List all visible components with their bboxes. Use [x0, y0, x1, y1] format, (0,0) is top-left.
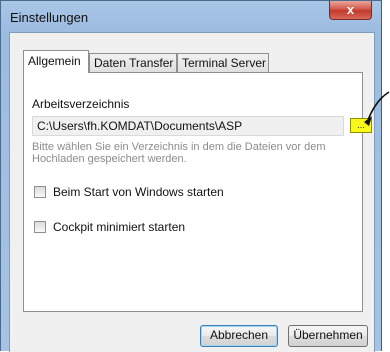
workdir-field[interactable]: C:\Users\fh.KOMDAT\Documents\ASP [32, 116, 344, 136]
close-button[interactable]: x [329, 1, 372, 20]
apply-button[interactable]: Übernehmen [288, 325, 368, 347]
window-title: Einstellungen [10, 10, 89, 25]
minimized-checkbox[interactable] [34, 221, 46, 233]
dialog-client-area: Allgemein Daten Transfer Terminal Server… [9, 32, 375, 352]
workdir-hint: Bitte wählen Sie ein Verzeichnis in dem … [32, 141, 326, 165]
tab-terminal-server[interactable]: Terminal Server [177, 53, 269, 72]
cancel-button[interactable]: Abbrechen [200, 325, 278, 347]
tab-panel-allgemein: Arbeitsverzeichnis C:\Users\fh.KOMDAT\Do… [23, 72, 372, 312]
settings-dialog: Einstellungen x Allgemein Daten Transfer… [0, 0, 382, 352]
autostart-label[interactable]: Beim Start von Windows starten [53, 185, 224, 199]
tab-allgemein[interactable]: Allgemein [23, 50, 89, 73]
autostart-checkbox[interactable] [34, 186, 46, 198]
minimized-label[interactable]: Cockpit minimiert starten [53, 220, 185, 234]
workdir-label: Arbeitsverzeichnis [32, 97, 130, 111]
arrow-annotation-icon [364, 91, 390, 126]
title-bar[interactable]: Einstellungen x [1, 1, 381, 32]
tab-daten-transfer[interactable]: Daten Transfer [89, 53, 177, 72]
close-icon: x [346, 2, 355, 17]
